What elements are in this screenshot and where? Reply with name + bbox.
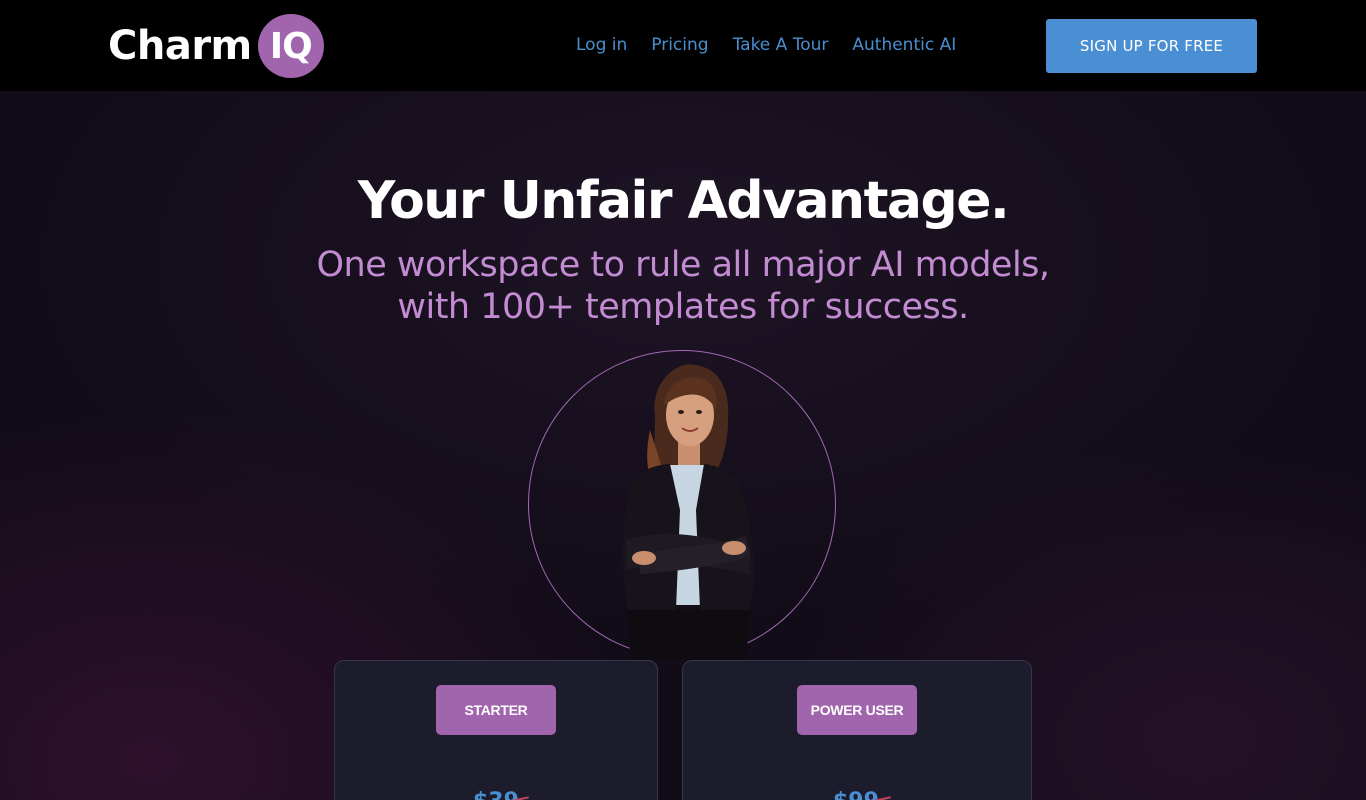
plan-price-power-user: $99: [833, 789, 879, 800]
landing-page: Charm IQ Log in Pricing Take A Tour Auth…: [0, 0, 1366, 800]
plan-tag-power-user[interactable]: POWER USER: [797, 685, 917, 735]
sign-up-button[interactable]: SIGN UP FOR FREE: [1046, 19, 1257, 73]
nav-link-pricing[interactable]: Pricing: [651, 34, 708, 56]
plan-price-starter: $39: [473, 789, 519, 800]
brand-logo[interactable]: Charm IQ: [108, 13, 324, 79]
brand-logo-badge: IQ: [257, 14, 324, 78]
hero-title: Your Unfair Advantage.: [357, 171, 1010, 231]
nav-link-login[interactable]: Log in: [576, 34, 627, 56]
nav-link-take-a-tour[interactable]: Take A Tour: [733, 34, 829, 56]
top-navigation-bar: Charm IQ Log in Pricing Take A Tour Auth…: [0, 0, 1366, 91]
pricing-card-starter: STARTER $39: [334, 660, 658, 800]
main-nav: Log in Pricing Take A Tour Authentic AI: [576, 34, 980, 56]
brand-logo-word: Charm: [108, 23, 252, 69]
nav-link-authentic-ai[interactable]: Authentic AI: [852, 34, 956, 56]
plan-tag-starter[interactable]: STARTER: [436, 685, 556, 735]
pricing-card-power-user: POWER USER $99: [682, 660, 1032, 800]
hero-portrait-image: [622, 364, 754, 660]
hero-subtitle: One workspace to rule all major AI model…: [316, 245, 1050, 327]
